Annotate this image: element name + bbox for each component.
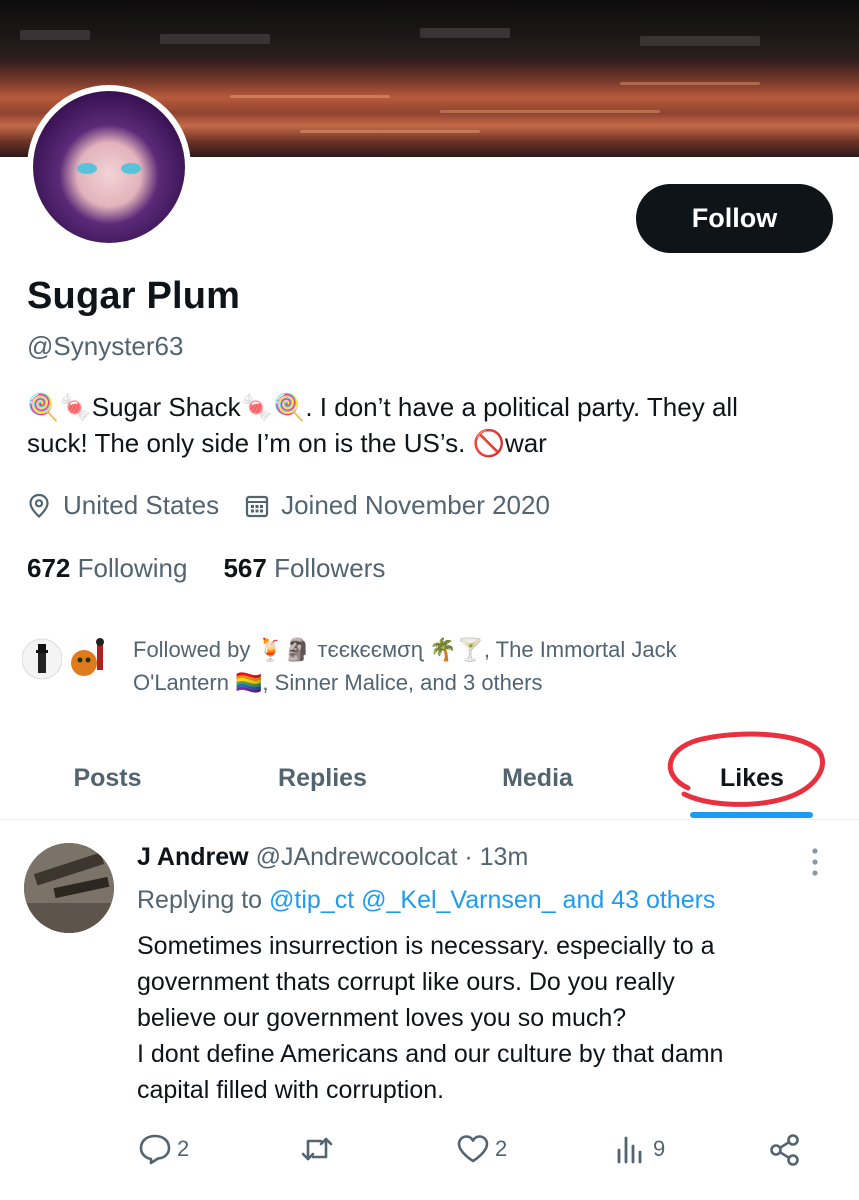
tweet-body: Sometimes insurrection is necessary. esp… [137, 928, 837, 1108]
share-icon [770, 1134, 799, 1166]
like-button[interactable]: 2 [455, 1132, 507, 1166]
active-tab-indicator [690, 812, 813, 818]
tweet-author-handle[interactable]: @JAndrewcoolcat [256, 843, 458, 871]
tab-posts[interactable]: Posts [0, 736, 215, 820]
profile-bio: 🍭🍬Sugar Shack🍬🍭. I don’t have a politica… [27, 389, 827, 461]
avatar-eye [77, 163, 97, 174]
replying-to-links[interactable]: @tip_ct @_Kel_Varnsen_ and 43 others [269, 886, 715, 914]
follow-button[interactable]: Follow [636, 184, 833, 253]
follower-avatar-image [67, 638, 109, 680]
profile-joined: Joined November 2020 [245, 490, 550, 521]
reply-count: 2 [177, 1136, 190, 1161]
followed-by-line: O'Lantern 🏳️‍🌈, Sinner Malice, and 3 oth… [133, 670, 543, 695]
retweet-icon [301, 1137, 333, 1161]
replying-prefix: Replying to [137, 886, 263, 914]
joined-text: Joined November 2020 [281, 490, 550, 520]
banner-boat [20, 30, 90, 40]
tab-media[interactable]: Media [430, 736, 645, 820]
follower-avatar-image [21, 638, 63, 680]
followed-by-line: Followed by 🍹🗿 ᴛєєкєємσɳ 🌴🍸, The Immorta… [133, 637, 677, 662]
tweet-actions: 2 2 9 [137, 1132, 817, 1172]
banner-ripple [230, 95, 390, 98]
tweet-header: J Andrew @JAndrewcoolcat · 13m [137, 843, 528, 872]
bio-line: 🍭🍬Sugar Shack🍬🍭. I don’t have a politica… [27, 392, 738, 422]
followed-by-avatars[interactable] [21, 632, 109, 686]
banner-ripple [440, 110, 660, 113]
following-link[interactable]: 672 Following [27, 553, 187, 584]
location-icon [29, 493, 49, 518]
profile-avatar[interactable] [27, 85, 191, 249]
tweet-author-avatar[interactable] [24, 843, 114, 933]
reply-button[interactable]: 2 [137, 1132, 189, 1166]
banner-boat [160, 34, 270, 44]
following-count: 672 [27, 553, 71, 583]
like-icon [457, 1135, 489, 1163]
followed-by-text[interactable]: Followed by 🍹🗿 ᴛєєкєємσɳ 🌴🍸, The Immorta… [133, 633, 813, 699]
banner-ripple [620, 82, 760, 85]
location-text: United States [63, 490, 220, 520]
like-count: 2 [495, 1136, 508, 1161]
tweet-text: Sometimes insurrection is necessary. esp… [137, 932, 724, 1104]
banner-boat [640, 36, 760, 46]
profile-counts: 672 Following 567 Followers [27, 553, 421, 584]
retweet-button[interactable] [299, 1132, 339, 1166]
followers-label: Followers [274, 553, 386, 583]
reply-icon [139, 1134, 171, 1165]
bio-line: suck! The only side I’m on is the US’s. … [27, 428, 547, 458]
tweet-time[interactable]: · 13m [464, 843, 528, 871]
avatar-eye [121, 163, 141, 174]
follower-avatar [21, 632, 63, 686]
annotation-circle [667, 731, 825, 807]
calendar-icon [245, 495, 269, 517]
views-button[interactable]: 9 [613, 1132, 665, 1166]
tab-replies[interactable]: Replies [215, 736, 430, 820]
profile-name: Sugar Plum [27, 275, 241, 317]
banner-ripple [300, 130, 480, 133]
banner-boat [420, 28, 510, 38]
views-count: 9 [653, 1136, 666, 1161]
profile-location: United States [27, 490, 219, 521]
followers-link[interactable]: 567 Followers [223, 553, 385, 584]
tweet-replying-to: Replying to @tip_ct @_Kel_Varnsen_ and 4… [137, 886, 715, 915]
share-button[interactable] [767, 1132, 807, 1168]
profile-handle: @Synyster63 [27, 331, 184, 361]
views-icon [617, 1136, 642, 1164]
tweet-author-name[interactable]: J Andrew [137, 843, 249, 871]
profile-meta: United States Joined November 2020 [27, 490, 576, 521]
tweet-avatar-image [24, 843, 114, 933]
follower-avatar [64, 632, 109, 686]
followers-count: 567 [223, 553, 267, 583]
more-icon[interactable] [807, 847, 823, 877]
avatar-image [33, 91, 185, 243]
following-label: Following [77, 553, 188, 583]
